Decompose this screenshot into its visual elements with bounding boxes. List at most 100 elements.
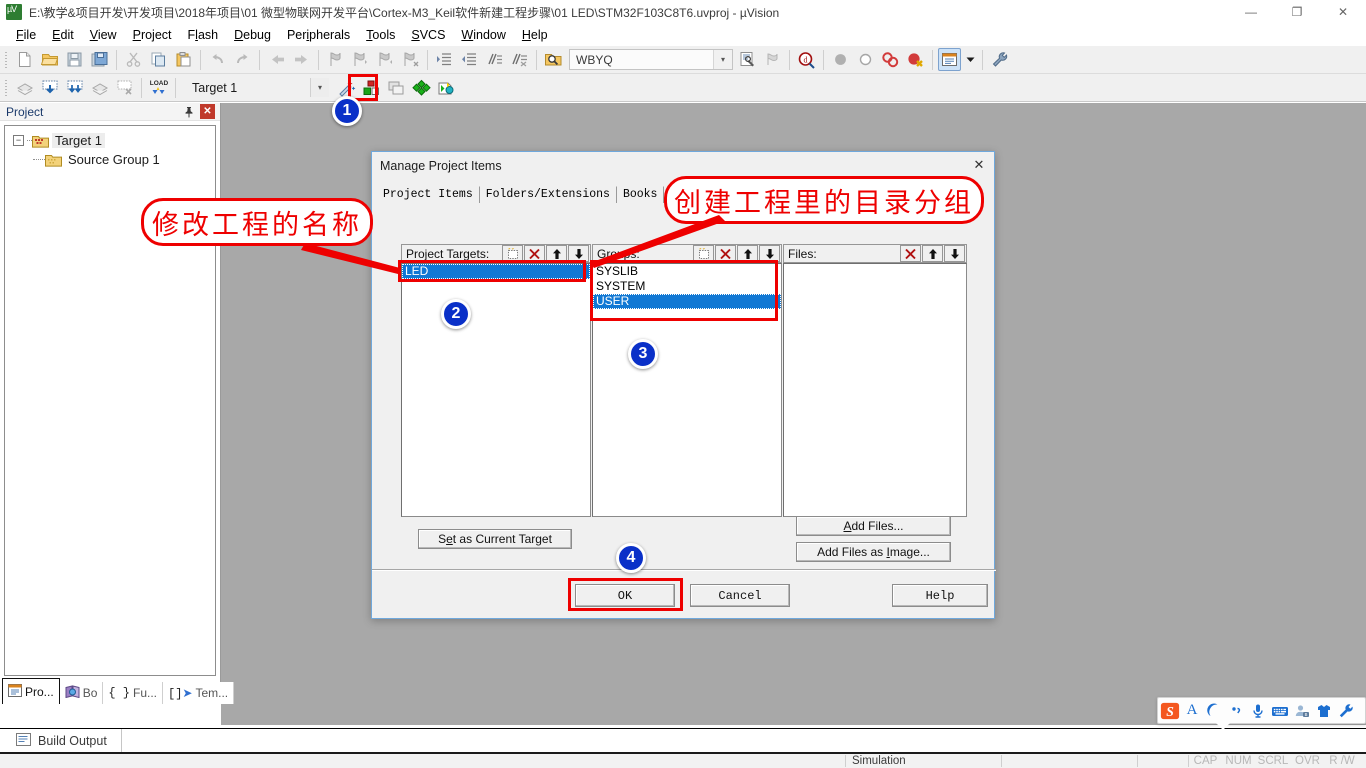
- build-output-tab[interactable]: Build Output: [10, 729, 122, 752]
- delete-x-icon[interactable]: [524, 245, 545, 262]
- menu-item-tools[interactable]: Tools: [358, 26, 403, 44]
- bookmark-all-icon[interactable]: [761, 48, 784, 71]
- configuration-wrench-icon[interactable]: [988, 48, 1011, 71]
- menu-item-peripherals[interactable]: Peripherals: [279, 26, 358, 44]
- uncomment-lines-icon[interactable]: [508, 48, 531, 71]
- target-combo-caret-icon[interactable]: ▾: [310, 78, 329, 97]
- project-window-close-button[interactable]: ✕: [200, 104, 215, 119]
- manage-windows-icon[interactable]: [938, 48, 961, 71]
- dock-tab-project[interactable]: Pro...: [2, 678, 60, 704]
- menu-item-svcs[interactable]: SVCS: [403, 26, 453, 44]
- set-as-current-target-button[interactable]: Set as Current Target: [418, 529, 572, 549]
- menu-item-project[interactable]: Project: [125, 26, 180, 44]
- back-arrow-icon[interactable]: [265, 48, 288, 71]
- menu-item-file[interactable]: FFileile: [8, 26, 44, 44]
- fullwidth-icon[interactable]: [1226, 701, 1246, 721]
- microphone-icon[interactable]: [1248, 701, 1268, 721]
- batch-build-icon[interactable]: [88, 76, 111, 99]
- language-A-icon[interactable]: A: [1182, 701, 1202, 721]
- indent-right-icon[interactable]: [433, 48, 456, 71]
- move-down-icon[interactable]: [759, 245, 780, 262]
- tab-books[interactable]: Books: [616, 186, 665, 203]
- stop-build-icon[interactable]: [113, 76, 136, 99]
- delete-x-icon[interactable]: [900, 245, 921, 262]
- list-item[interactable]: SYSTEM: [593, 279, 781, 294]
- move-down-icon[interactable]: [568, 245, 589, 262]
- save-icon[interactable]: [63, 48, 86, 71]
- bookmark-toggle-icon[interactable]: [324, 48, 347, 71]
- cut-icon[interactable]: [122, 48, 145, 71]
- manage-multi-project-icon[interactable]: [385, 76, 408, 99]
- tree-node-target1[interactable]: − Target 1: [11, 131, 215, 150]
- add-files-button[interactable]: Add Files...: [796, 516, 951, 536]
- list-item[interactable]: SYSLIB: [593, 264, 781, 279]
- skin-shirt-icon[interactable]: [1314, 701, 1334, 721]
- rebuild-all-icon[interactable]: [63, 76, 86, 99]
- new-item-icon[interactable]: [693, 245, 714, 262]
- paste-icon[interactable]: [172, 48, 195, 71]
- moon-icon[interactable]: [1204, 701, 1224, 721]
- bookmark-next-icon[interactable]: [374, 48, 397, 71]
- ok-button[interactable]: OK: [575, 584, 675, 607]
- new-item-icon[interactable]: [502, 245, 523, 262]
- files-list[interactable]: [783, 263, 967, 517]
- open-file-icon[interactable]: [38, 48, 61, 71]
- tree-node-source-group1[interactable]: Source Group 1: [11, 150, 215, 169]
- configure-flash-tools-icon[interactable]: [410, 76, 433, 99]
- minimize-button[interactable]: —: [1228, 0, 1274, 24]
- redo-icon[interactable]: [231, 48, 254, 71]
- dialog-close-icon[interactable]: ✕: [966, 154, 992, 176]
- download-load-icon[interactable]: LOAD: [147, 76, 170, 99]
- move-up-icon[interactable]: [922, 245, 943, 262]
- help-button[interactable]: Help: [892, 584, 988, 607]
- move-down-icon[interactable]: [944, 245, 965, 262]
- account-icon[interactable]: B: [1292, 701, 1312, 721]
- delete-x-icon[interactable]: [715, 245, 736, 262]
- disable-all-breakpoints-icon[interactable]: [879, 48, 902, 71]
- translate-file-icon[interactable]: [13, 76, 36, 99]
- kill-all-breakpoints-icon[interactable]: [904, 48, 927, 71]
- dock-tab-templates[interactable]: []➤ Tem...: [163, 682, 235, 704]
- list-item[interactable]: LED: [402, 264, 590, 279]
- target-combo[interactable]: Target 1 ▾: [185, 77, 330, 98]
- groups-list[interactable]: SYSLIB SYSTEM USER: [592, 263, 782, 517]
- close-button[interactable]: ✕: [1320, 0, 1366, 24]
- list-item[interactable]: USER: [593, 294, 781, 309]
- maximize-button[interactable]: ❐: [1274, 0, 1320, 24]
- forward-arrow-icon[interactable]: [290, 48, 313, 71]
- find-in-files-icon[interactable]: [542, 48, 565, 71]
- toolbox-wrench-icon[interactable]: [1336, 701, 1356, 721]
- find-combo[interactable]: WBYQ ▾: [569, 49, 733, 70]
- move-up-icon[interactable]: [546, 245, 567, 262]
- menu-item-window[interactable]: Window: [453, 26, 513, 44]
- tab-folders-extensions[interactable]: Folders/Extensions: [479, 186, 617, 203]
- insert-breakpoint-icon[interactable]: [829, 48, 852, 71]
- find-next-in-files-icon[interactable]: [736, 48, 759, 71]
- undo-icon[interactable]: [206, 48, 229, 71]
- menu-item-view[interactable]: View: [82, 26, 125, 44]
- build-target-icon[interactable]: [38, 76, 61, 99]
- pin-icon[interactable]: [181, 104, 197, 120]
- disable-breakpoint-icon[interactable]: [854, 48, 877, 71]
- comment-lines-icon[interactable]: [483, 48, 506, 71]
- manage-run-time-env-icon[interactable]: [435, 76, 458, 99]
- bookmark-clear-icon[interactable]: [399, 48, 422, 71]
- menu-item-help[interactable]: Help: [514, 26, 556, 44]
- menu-item-edit[interactable]: Edit: [44, 26, 82, 44]
- manage-windows-dropdown-icon[interactable]: [963, 48, 977, 71]
- new-file-icon[interactable]: [13, 48, 36, 71]
- dock-tab-books[interactable]: Bo: [59, 682, 104, 704]
- project-targets-list[interactable]: LED: [401, 263, 591, 517]
- menu-item-debug[interactable]: Debug: [226, 26, 279, 44]
- indent-left-icon[interactable]: [458, 48, 481, 71]
- move-up-icon[interactable]: [737, 245, 758, 262]
- keyboard-icon[interactable]: [1270, 701, 1290, 721]
- add-files-as-image-button[interactable]: Add Files as Image...: [796, 542, 951, 562]
- cancel-button[interactable]: Cancel: [690, 584, 790, 607]
- bookmark-prev-icon[interactable]: [349, 48, 372, 71]
- toolbar-grip[interactable]: [3, 77, 10, 98]
- menu-item-flash[interactable]: Flash: [180, 26, 227, 44]
- debug-window-icon[interactable]: d: [795, 48, 818, 71]
- sogou-s-logo[interactable]: S: [1160, 701, 1180, 721]
- toolbar-grip[interactable]: [3, 49, 10, 70]
